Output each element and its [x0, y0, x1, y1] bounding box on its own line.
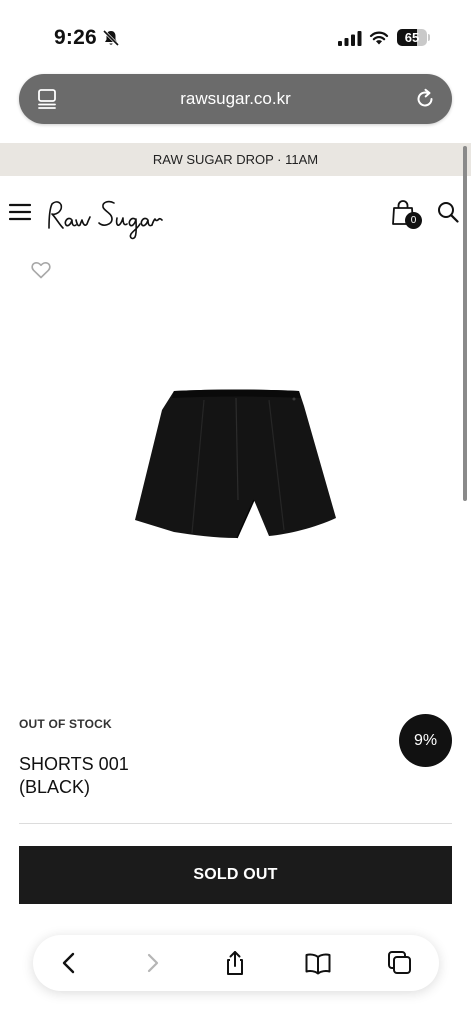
- wifi-icon: [369, 31, 389, 45]
- page-menu-icon[interactable]: [37, 88, 57, 110]
- product-name-line-1: SHORTS 001: [19, 754, 129, 774]
- status-bar: 9:26 65: [0, 0, 471, 72]
- stock-status-label: OUT OF STOCK: [19, 717, 112, 731]
- back-icon[interactable]: [55, 949, 83, 977]
- status-time: 9:26: [54, 26, 97, 49]
- bell-slash-icon: [102, 29, 120, 47]
- bookmarks-icon[interactable]: [304, 949, 332, 977]
- announcement-bar[interactable]: RAW SUGAR DROP · 11AM: [0, 143, 471, 176]
- sold-out-button[interactable]: SOLD OUT: [19, 846, 452, 904]
- forward-icon[interactable]: [139, 949, 167, 977]
- reload-icon[interactable]: [414, 88, 436, 110]
- share-icon[interactable]: [221, 949, 249, 977]
- raw-sugar-logo[interactable]: [44, 194, 166, 242]
- browser-toolbar: [33, 935, 439, 991]
- tabs-icon[interactable]: [386, 949, 414, 977]
- url-text[interactable]: rawsugar.co.kr: [79, 74, 392, 124]
- address-bar[interactable]: rawsugar.co.kr: [19, 74, 452, 124]
- battery-indicator: 65: [397, 29, 430, 46]
- product-name-line-2: (BLACK): [19, 777, 91, 797]
- menu-icon[interactable]: [9, 203, 31, 221]
- search-icon[interactable]: [437, 201, 459, 223]
- divider: [19, 823, 452, 824]
- cellular-signal-icon: [338, 31, 362, 46]
- site-header: 0: [0, 186, 471, 246]
- cart-count-badge: 0: [405, 212, 422, 229]
- product-name: SHORTS 001 (BLACK): [19, 753, 219, 799]
- product-image[interactable]: [134, 388, 336, 540]
- battery-level: 65: [404, 30, 420, 45]
- discount-badge[interactable]: 9%: [399, 714, 452, 767]
- wishlist-heart-icon[interactable]: [31, 261, 51, 279]
